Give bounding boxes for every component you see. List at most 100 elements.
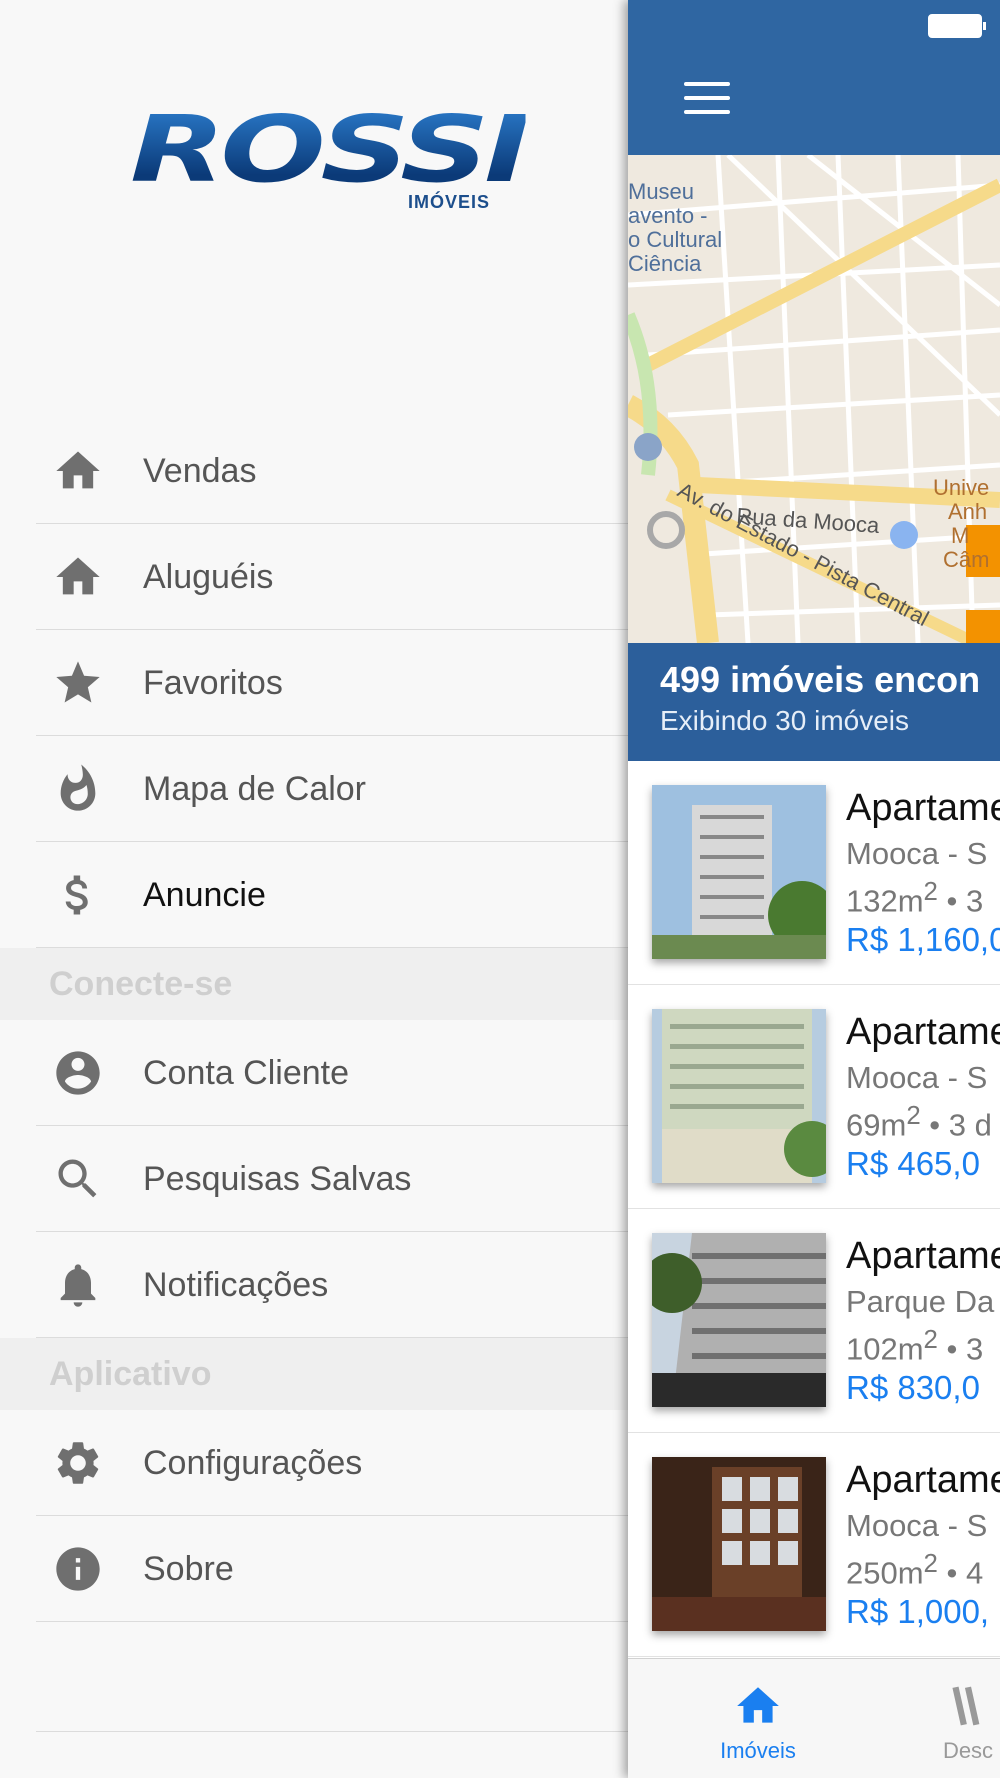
listing-title: Apartame	[846, 787, 1000, 829]
menu-item-label: Conta Cliente	[143, 1053, 350, 1092]
map-label: Anh	[948, 499, 987, 524]
results-summary: 499 imóveis encon Exibindo 30 imóveis	[628, 643, 1000, 761]
listing-specs: 69m2 • 3 d	[846, 1102, 992, 1143]
section-label: Conecte-se	[49, 964, 233, 1003]
menu-item-notificacoes[interactable]: Notificações	[0, 1232, 630, 1338]
menu-item-label: Configurações	[143, 1443, 363, 1482]
info-icon	[51, 1542, 105, 1596]
dollar-icon	[51, 868, 105, 922]
menu-item-label: Vendas	[143, 451, 257, 490]
area-unit-sup: 2	[923, 1326, 938, 1354]
menu-item-alugueis[interactable]: Aluguéis	[0, 524, 630, 630]
listing-price: R$ 1,000,	[846, 1593, 990, 1630]
listing-rooms: • 3 d	[920, 1107, 992, 1143]
listing-area: 132m	[846, 883, 924, 919]
map-label: o Cultural	[628, 227, 722, 252]
listing-location: Parque Da	[846, 1284, 995, 1319]
listing-title: Apartame	[846, 1459, 1000, 1501]
map-label: Museu	[628, 179, 694, 204]
menu-item-label: Aluguéis	[143, 557, 274, 596]
listing-price: R$ 1,160,0	[846, 921, 1000, 958]
rossi-logo: ROSSI IMÓVEIS	[130, 100, 530, 220]
listing-specs: 132m2 • 3	[846, 878, 983, 919]
tab-imoveis[interactable]: Imóveis	[698, 1659, 818, 1778]
listing-photo	[652, 1233, 826, 1407]
logo-subtitle: IMÓVEIS	[407, 192, 490, 212]
tab-bar: Imóveis Desc	[628, 1658, 1000, 1778]
side-drawer: ROSSI IMÓVEIS Vendas Aluguéis Favoritos …	[0, 0, 630, 1778]
star-icon	[51, 656, 105, 710]
listing-area: 69m	[846, 1107, 907, 1143]
listing-area: 102m	[846, 1331, 924, 1367]
listing-price: R$ 830,0	[846, 1369, 980, 1406]
listing-card[interactable]: Apartame Mooca - S 132m2 • 3 R$ 1,160,0	[628, 761, 1000, 985]
menu-item-label: Notificações	[143, 1265, 329, 1304]
map-label: Ciência	[628, 251, 702, 276]
drawer-menu: Vendas Aluguéis Favoritos Mapa de Calor …	[0, 418, 630, 1622]
home-icon	[737, 1687, 779, 1723]
drawer-divider	[36, 1731, 630, 1732]
account-icon	[51, 1046, 105, 1100]
bell-icon	[51, 1258, 105, 1312]
area-unit-sup: 2	[923, 878, 938, 906]
listing-location: Mooca - S	[846, 836, 988, 871]
tab-label: Desc	[942, 1738, 994, 1763]
home-icon	[51, 444, 105, 498]
map-label: Câm	[943, 547, 989, 572]
listing-specs: 102m2 • 3	[846, 1326, 983, 1367]
listing-photo	[652, 785, 826, 959]
listing-card[interactable]: Apartame Parque Da 102m2 • 3 R$ 830,0	[628, 1209, 1000, 1433]
map-view[interactable]: Museu avento - o Cultural Ciência Rua da…	[628, 155, 1000, 643]
highlight-icon	[952, 1686, 980, 1726]
main-panel[interactable]: Museu avento - o Cultural Ciência Rua da…	[628, 0, 1000, 1778]
map-label: Unive	[933, 475, 989, 500]
navigation-bar	[628, 0, 1000, 155]
battery-icon	[928, 14, 986, 38]
gear-icon	[51, 1436, 105, 1490]
tab-label: Imóveis	[720, 1738, 796, 1763]
map-graphic: Museu avento - o Cultural Ciência Rua da…	[628, 155, 1000, 643]
listing-title: Apartame	[846, 1235, 1000, 1277]
listing-photo	[652, 1009, 826, 1183]
map-label: avento -	[628, 203, 708, 228]
home-icon	[51, 550, 105, 604]
results-count: 499 imóveis encon	[660, 659, 981, 700]
menu-item-vendas[interactable]: Vendas	[0, 418, 630, 524]
map-label: M	[951, 523, 969, 548]
tab-destaques[interactable]: Desc	[908, 1659, 1000, 1778]
listing-list: Apartame Mooca - S 132m2 • 3 R$ 1,160,0 …	[628, 761, 1000, 1657]
area-unit-sup: 2	[906, 1102, 921, 1130]
search-icon	[51, 1152, 105, 1206]
menu-item-label: Pesquisas Salvas	[143, 1159, 412, 1198]
menu-item-label: Favoritos	[143, 663, 283, 702]
listing-price: R$ 465,0	[846, 1145, 980, 1182]
results-showing: Exibindo 30 imóveis	[660, 705, 910, 736]
listing-rooms: • 4	[937, 1555, 984, 1591]
flame-icon	[51, 762, 105, 816]
listing-specs: 250m2 • 4	[846, 1550, 983, 1591]
menu-item-label: Anuncie	[143, 875, 266, 914]
listing-title: Apartame	[846, 1011, 1000, 1053]
menu-icon[interactable]	[684, 82, 730, 116]
listing-card[interactable]: Apartame Mooca - S 69m2 • 3 d R$ 465,0	[628, 985, 1000, 1209]
menu-item-configuracoes[interactable]: Configurações	[0, 1410, 630, 1516]
section-label: Aplicativo	[49, 1354, 212, 1393]
menu-item-mapa-de-calor[interactable]: Mapa de Calor	[0, 736, 630, 842]
menu-item-conta-cliente[interactable]: Conta Cliente	[0, 1020, 630, 1126]
menu-item-pesquisas-salvas[interactable]: Pesquisas Salvas	[0, 1126, 630, 1232]
listing-rooms: • 3	[937, 883, 984, 919]
listing-location: Mooca - S	[846, 1060, 988, 1095]
section-header-aplicativo: Aplicativo	[0, 1338, 630, 1410]
listing-card[interactable]: Apartame Mooca - S 250m2 • 4 R$ 1,000,	[628, 1433, 1000, 1657]
menu-item-favoritos[interactable]: Favoritos	[0, 630, 630, 736]
listing-area: 250m	[846, 1555, 924, 1591]
listing-rooms: • 3	[937, 1331, 984, 1367]
listing-location: Mooca - S	[846, 1508, 988, 1543]
menu-item-label: Mapa de Calor	[143, 769, 367, 808]
menu-item-label: Sobre	[143, 1549, 234, 1588]
logo-word: ROSSI	[130, 96, 530, 203]
area-unit-sup: 2	[923, 1550, 938, 1578]
menu-item-sobre[interactable]: Sobre	[0, 1516, 630, 1622]
menu-item-anuncie[interactable]: Anuncie	[0, 842, 630, 948]
listing-photo	[652, 1457, 826, 1631]
